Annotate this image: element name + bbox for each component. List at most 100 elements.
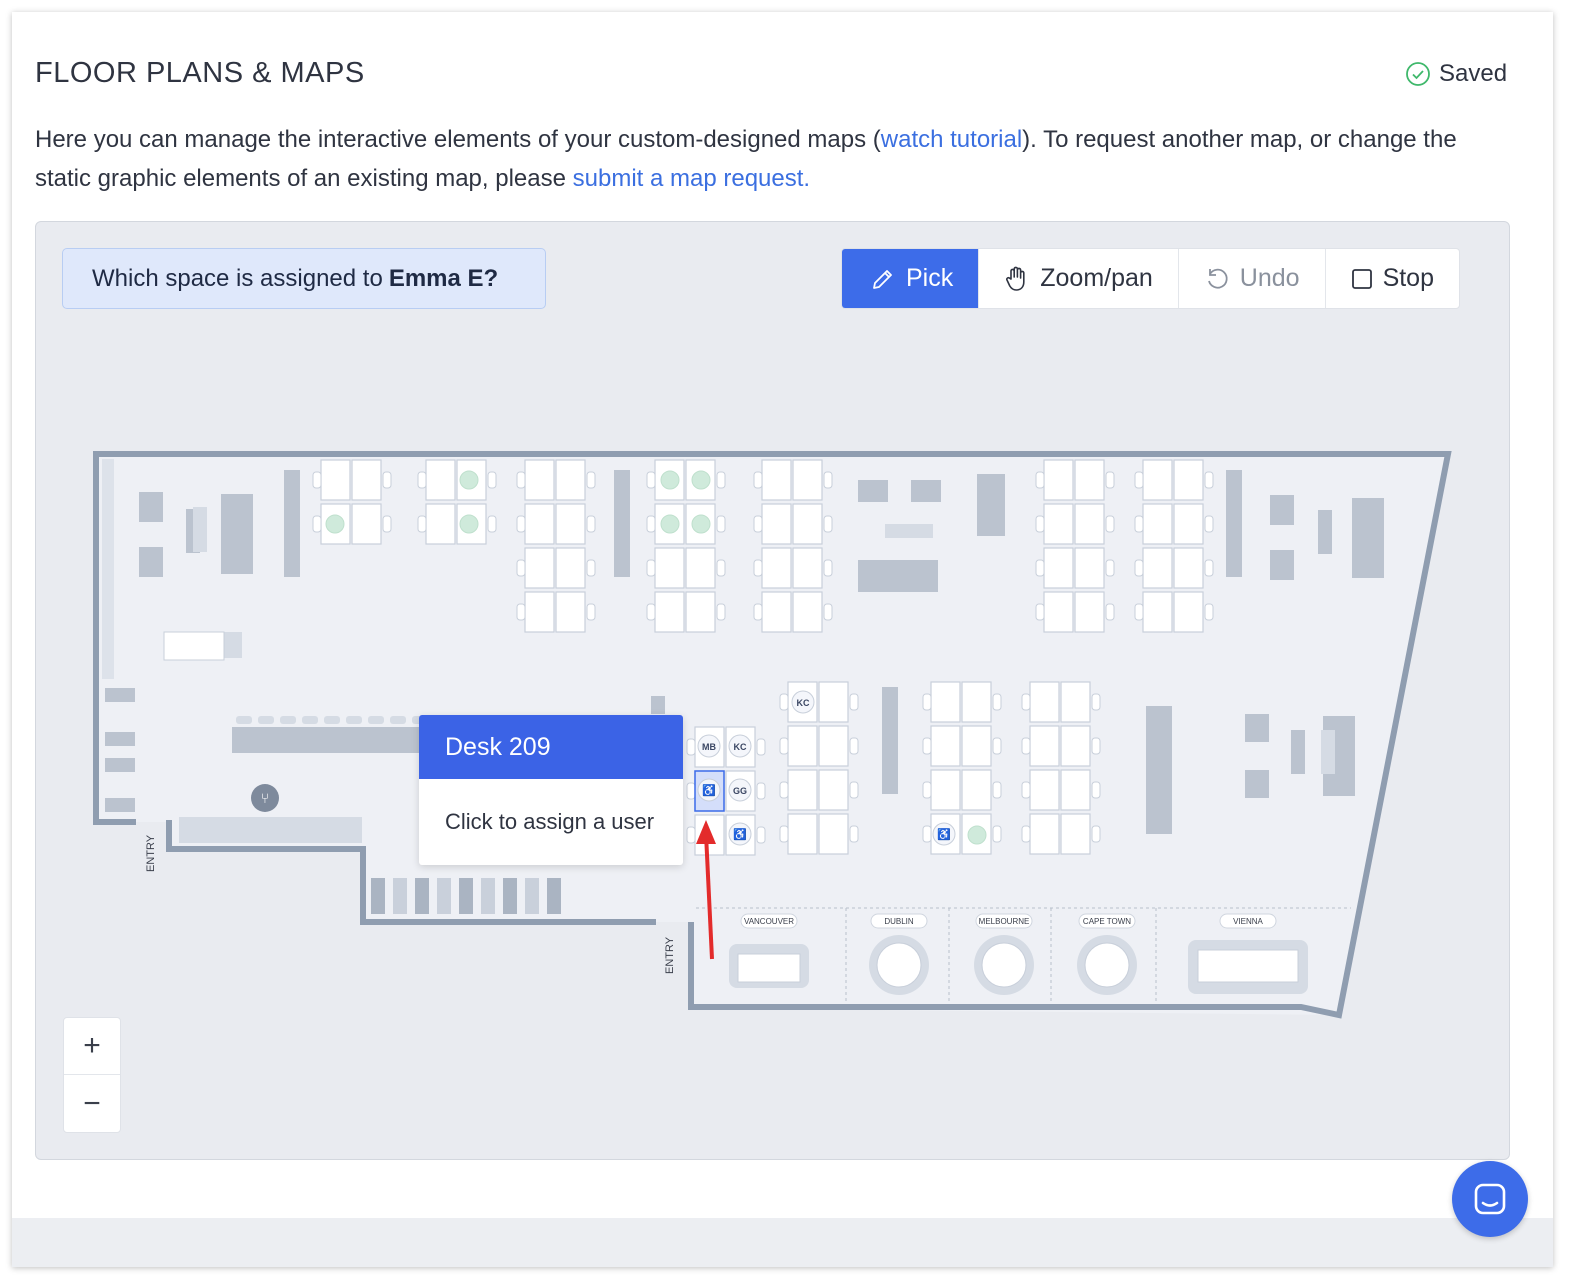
map-panel: MB KC GG KC ♿ ♿ ♿ ⑂ ENTRY ENTRY VANCOUVER DUBLIN MEL… [35, 221, 1510, 1160]
chair [753, 603, 763, 621]
desk[interactable] [930, 725, 961, 767]
desk[interactable] [524, 503, 555, 545]
desk[interactable] [1074, 503, 1105, 545]
desk[interactable] [1060, 813, 1091, 855]
desk[interactable] [1029, 813, 1060, 855]
desk[interactable] [1043, 591, 1074, 633]
desk[interactable] [685, 591, 716, 633]
chair [922, 825, 932, 843]
desk[interactable] [524, 591, 555, 633]
desk[interactable] [761, 591, 792, 633]
desk[interactable] [761, 547, 792, 589]
desk[interactable] [930, 681, 961, 723]
desk[interactable] [1060, 681, 1091, 723]
desk[interactable] [792, 591, 823, 633]
desk[interactable] [555, 547, 586, 589]
desk[interactable] [654, 591, 685, 633]
desk[interactable] [792, 459, 823, 501]
desk[interactable] [1043, 503, 1074, 545]
furniture [651, 696, 665, 714]
meeting-table[interactable] [1197, 949, 1299, 983]
desk[interactable] [792, 547, 823, 589]
desk[interactable] [787, 725, 818, 767]
desk[interactable] [524, 547, 555, 589]
zoom-in-button[interactable]: + [64, 1018, 120, 1075]
desk[interactable] [555, 459, 586, 501]
desk[interactable] [1142, 547, 1173, 589]
stop-button[interactable]: Stop [1326, 249, 1459, 308]
occupied-desk-marker [325, 514, 345, 534]
submit-map-request-link[interactable]: submit a map request. [573, 165, 810, 192]
desk[interactable] [961, 769, 992, 811]
furniture [1270, 550, 1294, 580]
meeting-table[interactable] [981, 942, 1027, 988]
desk[interactable] [1173, 503, 1204, 545]
pencil-icon [873, 269, 892, 289]
page-description: Here you can manage the interactive elem… [35, 120, 1475, 198]
desk[interactable] [761, 503, 792, 545]
accessible-icon: ♿ [937, 828, 951, 841]
desk[interactable] [1029, 681, 1060, 723]
desk[interactable] [1142, 503, 1173, 545]
desk[interactable] [1029, 725, 1060, 767]
desk[interactable] [818, 725, 849, 767]
desk[interactable] [1074, 459, 1105, 501]
room-name-vancouver: VANCOUVER [744, 917, 794, 926]
floor-plan[interactable]: MB KC GG KC ♿ ♿ ♿ ⑂ ENTRY ENTRY VANCOUVER DUBLIN MEL… [36, 222, 1510, 1160]
desk[interactable] [1060, 725, 1091, 767]
pick-button[interactable]: Pick [842, 249, 980, 308]
desk[interactable] [1173, 591, 1204, 633]
chair [779, 825, 789, 843]
undo-button[interactable]: Undo [1179, 249, 1326, 308]
footer-strip [12, 1218, 1553, 1267]
chair [646, 559, 656, 577]
chair [1134, 471, 1144, 489]
desk[interactable] [1029, 769, 1060, 811]
desk[interactable] [961, 725, 992, 767]
desk[interactable] [654, 547, 685, 589]
desk[interactable] [351, 459, 382, 501]
desk[interactable] [961, 681, 992, 723]
desk[interactable] [1173, 459, 1204, 501]
desk[interactable] [930, 769, 961, 811]
desk[interactable] [351, 503, 382, 545]
desk[interactable] [787, 813, 818, 855]
desk[interactable] [1173, 547, 1204, 589]
desk[interactable] [685, 547, 716, 589]
meeting-table[interactable] [1084, 942, 1130, 988]
meeting-table[interactable] [876, 942, 922, 988]
desk[interactable] [818, 769, 849, 811]
zoom-out-button[interactable]: − [64, 1075, 120, 1132]
furniture [858, 560, 938, 592]
furniture [221, 494, 253, 574]
desk[interactable] [818, 681, 849, 723]
assign-user-action[interactable]: Click to assign a user [419, 779, 683, 865]
furniture [858, 480, 888, 502]
desk[interactable] [1142, 591, 1173, 633]
desk[interactable] [1074, 591, 1105, 633]
desk[interactable] [1074, 547, 1105, 589]
desk[interactable] [1043, 459, 1074, 501]
watch-tutorial-link[interactable]: watch tutorial [881, 126, 1022, 153]
meeting-table[interactable] [737, 953, 801, 983]
chair [1021, 781, 1031, 799]
desk[interactable] [761, 459, 792, 501]
chair [1134, 603, 1144, 621]
desk[interactable] [1043, 547, 1074, 589]
zoom-pan-button[interactable]: Zoom/pan [979, 249, 1179, 308]
desk[interactable] [555, 591, 586, 633]
desk[interactable] [320, 459, 351, 501]
desk[interactable] [787, 769, 818, 811]
chair [779, 693, 789, 711]
desk[interactable] [1060, 769, 1091, 811]
desk[interactable] [555, 503, 586, 545]
desk[interactable] [1142, 459, 1173, 501]
bench-seat [258, 716, 274, 724]
chat-launcher-button[interactable] [1452, 1161, 1528, 1237]
desk[interactable] [425, 459, 456, 501]
desk[interactable] [818, 813, 849, 855]
locker [437, 878, 451, 914]
desk[interactable] [792, 503, 823, 545]
desk[interactable] [425, 503, 456, 545]
desk[interactable] [524, 459, 555, 501]
